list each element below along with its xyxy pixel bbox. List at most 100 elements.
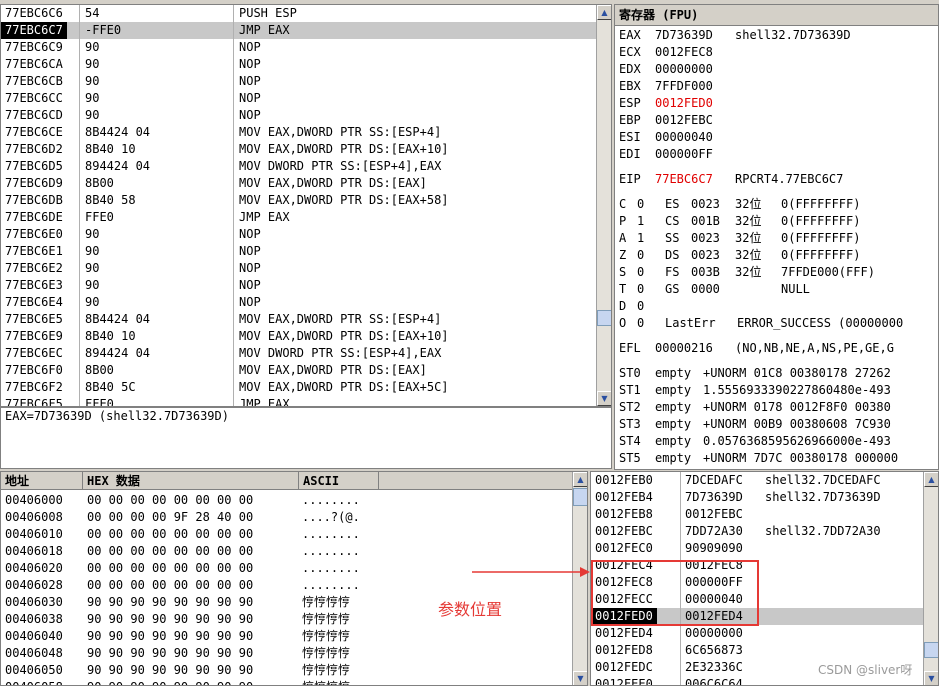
scroll-up-icon[interactable]: ▲ xyxy=(924,472,938,487)
register-row[interactable]: EBP 0012FEBC xyxy=(619,112,938,129)
disasm-row[interactable]: 77EBC6CD 90 NOP xyxy=(1,107,596,124)
flag-row[interactable]: C 0 ES 0023 32位 0(FFFFFFFF) xyxy=(619,196,938,213)
disasm-row[interactable]: 77EBC6D2 8B40 10 MOV EAX,DWORD PTR DS:[EAX… xyxy=(1,141,596,158)
scroll-thumb[interactable] xyxy=(573,488,587,506)
stack-row[interactable]: 0012FED4 00000000 xyxy=(591,625,923,642)
dump-header-hex[interactable]: HEX 数据 xyxy=(83,472,299,490)
disasm-row[interactable]: 77EBC6D5 894424 04 MOV DWORD PTR SS:[ESP+4… xyxy=(1,158,596,175)
register-row[interactable]: ECX 0012FEC8 xyxy=(619,44,938,61)
flag-row[interactable]: D0 xyxy=(619,298,938,315)
dump-row[interactable]: 00406028 00 00 00 00 00 00 00 00........ xyxy=(1,577,573,594)
disasm-row[interactable]: 77EBC6F0 8B00 MOV EAX,DWORD PTR DS:[EAX] xyxy=(1,362,596,379)
disasm-row[interactable]: 77EBC6E1 90 NOP xyxy=(1,243,596,260)
disasm-row[interactable]: 77EBC6C6 54 PUSH ESP xyxy=(1,5,596,22)
disasm-row[interactable]: 77EBC6CC 90 NOP xyxy=(1,90,596,107)
disasm-address: 77EBC6F0 xyxy=(5,363,63,377)
scroll-up-icon[interactable]: ▲ xyxy=(573,472,587,487)
fpu-row[interactable]: ST4 empty 0.0576368595626966000e-493 xyxy=(619,433,938,450)
stack-row[interactable]: 0012FEC0 90909090 xyxy=(591,540,923,557)
flag-row[interactable]: S 0 FS 003B 32位 7FFDE000(FFF) xyxy=(619,264,938,281)
disasm-row[interactable]: 77EBC6EC 894424 04 MOV DWORD PTR SS:[ESP+4… xyxy=(1,345,596,362)
disassembly-scrollbar[interactable]: ▲ ▼ xyxy=(596,5,611,406)
fpu-row[interactable]: ST3 empty +UNORM 00B9 00380608 7C930 xyxy=(619,416,938,433)
disasm-row[interactable]: 77EBC6E4 90 NOP xyxy=(1,294,596,311)
dump-hex: 00 00 00 00 00 00 00 00 xyxy=(87,527,254,541)
fpu-value: +UNORM 7D7C 00380178 000000 xyxy=(703,451,899,465)
flag-name: A xyxy=(619,231,627,245)
stack-row[interactable]: 0012FEC4 0012FEC8 xyxy=(591,557,923,574)
stack-address: 0012FEC8 xyxy=(595,575,653,589)
scroll-down-icon[interactable]: ▼ xyxy=(597,391,611,406)
dump-row[interactable]: 00406048 90 90 90 90 90 90 90 90 悙悙悙悙 xyxy=(1,645,573,662)
register-row-eip[interactable]: EIP 77EBC6C7 RPCRT4.77EBC6C7 xyxy=(619,171,938,188)
fpu-row[interactable]: ST5 empty +UNORM 7D7C 00380178 000000 xyxy=(619,450,938,467)
stack-list[interactable]: 0012FEB0 7DCEDAFC shell32.7DCEDAFC 0012FEB4… xyxy=(591,472,923,685)
scroll-thumb[interactable] xyxy=(924,642,938,658)
dump-header-address[interactable]: 地址 xyxy=(1,472,83,490)
register-row-efl[interactable]: EFL 00000216 (NO,NB,NE,A,NS,PE,GE,G xyxy=(619,340,938,357)
scroll-up-icon[interactable]: ▲ xyxy=(597,5,611,20)
dump-header-ascii[interactable]: ASCII xyxy=(299,472,379,490)
flag-row[interactable]: Z 0 DS 0023 32位 0(FFFFFFFF) xyxy=(619,247,938,264)
disasm-row[interactable]: 77EBC6DE FFE0 JMP EAX xyxy=(1,209,596,226)
info-text: EAX=7D73639D (shell32.7D73639D) xyxy=(5,409,229,423)
flag-row[interactable]: T 0 GS 0000 NULL xyxy=(619,281,938,298)
disasm-row[interactable]: 77EBC6C7 -FFE0 JMP EAX xyxy=(1,22,596,39)
stack-row[interactable]: 0012FEB4 7D73639D shell32.7D73639D xyxy=(591,489,923,506)
stack-row[interactable]: 0012FED8 6C656873 xyxy=(591,642,923,659)
disasm-hex: 8B00 xyxy=(85,176,114,190)
stack-row[interactable]: 0012FED0 0012FED4 xyxy=(591,608,923,625)
disasm-row[interactable]: 77EBC6F2 8B40 5C MOV EAX,DWORD PTR DS:[EAX… xyxy=(1,379,596,396)
register-row[interactable]: ESI 00000040 xyxy=(619,129,938,146)
disassembly-pane[interactable]: 77EBC6C6 54 PUSH ESP 77EBC6C7 -FFE0 JMP EAX 77… xyxy=(0,4,612,407)
disasm-row[interactable]: 77EBC6C9 90 NOP xyxy=(1,39,596,56)
registers-pane[interactable]: 寄存器 (FPU) EAX 7D73639D shell32.7D73639D ECX… xyxy=(614,4,939,470)
disasm-row[interactable]: 77EBC6E0 90 NOP xyxy=(1,226,596,243)
stack-pane[interactable]: 0012FEB0 7DCEDAFC shell32.7DCEDAFC 0012FEB4… xyxy=(590,471,939,686)
disasm-row[interactable]: 77EBC6E3 90 NOP xyxy=(1,277,596,294)
dump-row[interactable]: 00406000 00 00 00 00 00 00 00 00........ xyxy=(1,492,573,509)
stack-scrollbar[interactable]: ▲ ▼ xyxy=(923,472,938,685)
disasm-row[interactable]: 77EBC6D9 8B00 MOV EAX,DWORD PTR DS:[EAX] xyxy=(1,175,596,192)
disasm-row[interactable]: 77EBC6DB 8B40 58 MOV EAX,DWORD PTR DS:[EAX… xyxy=(1,192,596,209)
fpu-row[interactable]: ST1 empty 1.5556933390227860480e-493 xyxy=(619,382,938,399)
dump-row[interactable]: 00406008 00 00 00 00 9F 28 40 00 ....?(@. xyxy=(1,509,573,526)
stack-row[interactable]: 0012FEB0 7DCEDAFC shell32.7DCEDAFC xyxy=(591,472,923,489)
register-row[interactable]: ESP 0012FED0 xyxy=(619,95,938,112)
disasm-row[interactable]: 77EBC6F5 FFE0 JMP EAX xyxy=(1,396,596,406)
register-row[interactable]: EDX 00000000 xyxy=(619,61,938,78)
flag-row[interactable]: O 0 LastErr ERROR_SUCCESS (00000000 xyxy=(619,315,938,332)
disasm-row[interactable]: 77EBC6CB 90 NOP xyxy=(1,73,596,90)
disasm-row[interactable]: 77EBC6CE 8B4424 04 MOV EAX,DWORD PTR SS:[E… xyxy=(1,124,596,141)
dump-row[interactable]: 00406040 90 90 90 90 90 90 90 90 悙悙悙悙 xyxy=(1,628,573,645)
dump-row[interactable]: 00406018 00 00 00 00 00 00 00 00........ xyxy=(1,543,573,560)
disassembly-list[interactable]: 77EBC6C6 54 PUSH ESP 77EBC6C7 -FFE0 JMP EAX 77… xyxy=(1,5,596,406)
register-row[interactable]: EAX 7D73639D shell32.7D73639D xyxy=(619,27,938,44)
stack-row[interactable]: 0012FECC 00000040 xyxy=(591,591,923,608)
stack-row[interactable]: 0012FEC8 000000FF xyxy=(591,574,923,591)
stack-row[interactable]: 0012FEBC 7DD72A30 shell32.7DD72A30 xyxy=(591,523,923,540)
flag-row[interactable]: A 1 SS 0023 32位 0(FFFFFFFF) xyxy=(619,230,938,247)
register-row[interactable]: EBX 7FFDF000 xyxy=(619,78,938,95)
stack-row[interactable]: 0012FEB8 0012FEBC xyxy=(591,506,923,523)
disasm-row[interactable]: 77EBC6E5 8B4424 04 MOV EAX,DWORD PTR SS:[E… xyxy=(1,311,596,328)
dump-scrollbar[interactable]: ▲ ▼ xyxy=(572,472,587,685)
register-row[interactable]: EDI 000000FF xyxy=(619,146,938,163)
disasm-row[interactable]: 77EBC6CA 90 NOP xyxy=(1,56,596,73)
disasm-row[interactable]: 77EBC6E9 8B40 10 MOV EAX,DWORD PTR DS:[EAX… xyxy=(1,328,596,345)
disasm-row[interactable]: 77EBC6E2 90 NOP xyxy=(1,260,596,277)
scroll-thumb[interactable] xyxy=(597,310,611,326)
registers-list[interactable]: EAX 7D73639D shell32.7D73639D ECX 0012FEC8 ED… xyxy=(619,27,938,467)
dump-row[interactable]: 00406010 00 00 00 00 00 00 00 00........ xyxy=(1,526,573,543)
segment-selector: 0023 xyxy=(691,197,720,211)
dump-row[interactable]: 00406050 90 90 90 90 90 90 90 90 悙悙悙悙 xyxy=(1,662,573,679)
fpu-row[interactable]: ST0 empty +UNORM 01C8 00380178 27262 xyxy=(619,365,938,382)
fpu-row[interactable]: ST2 empty +UNORM 0178 0012F8F0 00380 xyxy=(619,399,938,416)
dump-hex: 90 90 90 90 90 90 90 90 xyxy=(87,612,254,626)
dump-row[interactable]: 00406058 90 90 90 90 90 90 90 90 悙悙悙悙 xyxy=(1,679,573,685)
register-name: EDI xyxy=(619,147,641,161)
flag-row[interactable]: P 1 CS 001B 32位 0(FFFFFFFF) xyxy=(619,213,938,230)
dump-list[interactable]: 00406000 00 00 00 00 00 00 00 00........ 0… xyxy=(1,492,573,685)
scroll-down-icon[interactable]: ▼ xyxy=(573,671,587,685)
scroll-down-icon[interactable]: ▼ xyxy=(924,671,938,685)
